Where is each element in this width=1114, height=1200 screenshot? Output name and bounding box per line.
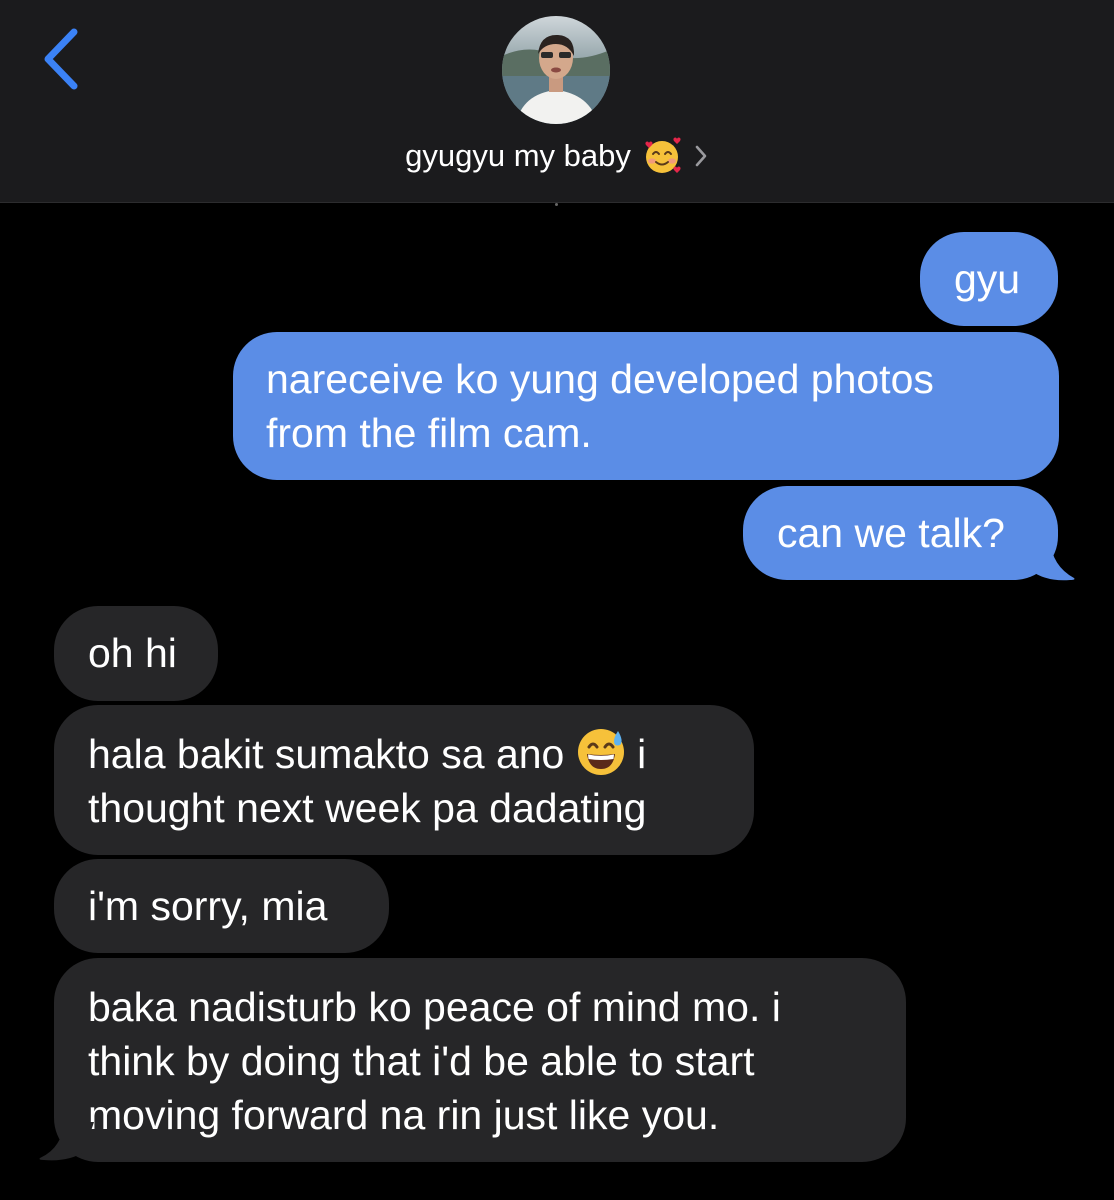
- sent-message-bubble[interactable]: can we talk?: [743, 486, 1058, 580]
- message-text: can we talk?: [777, 510, 1005, 556]
- message-line: think by doing that i'd be able to start: [88, 1038, 755, 1084]
- message-text: gyu: [954, 256, 1021, 302]
- received-message-bubble[interactable]: i'm sorry, mia: [54, 859, 389, 953]
- conversation-header: gyugyu my baby: [0, 0, 1114, 203]
- message-line: baka nadisturb ko peace of mind mo. i: [88, 984, 781, 1030]
- grinning-face-with-sweat-icon: [576, 727, 626, 777]
- contact-name: gyugyu my baby: [405, 138, 631, 173]
- message-line: from the film cam.: [266, 410, 592, 456]
- sent-bubble-tail: [1020, 540, 1075, 581]
- contact-name-row[interactable]: gyugyu my baby: [0, 132, 1114, 180]
- back-button[interactable]: [38, 26, 88, 96]
- received-message-bubble[interactable]: hala bakit sumakto sa ano i thought next…: [54, 705, 754, 855]
- message-text: i: [637, 731, 647, 777]
- received-bubble-tail: [39, 1122, 94, 1161]
- message-line: thought next week pa dadating: [88, 785, 647, 831]
- received-message-bubble[interactable]: baka nadisturb ko peace of mind mo. i th…: [54, 958, 906, 1162]
- message-text: oh hi: [88, 630, 177, 676]
- contact-avatar[interactable]: [502, 16, 610, 124]
- chevron-left-icon: [44, 28, 78, 90]
- message-line: hala bakit sumakto sa ano i: [88, 727, 754, 781]
- sent-message-bubble[interactable]: gyu: [920, 232, 1058, 326]
- message-line: nareceive ko yung developed photos: [266, 356, 934, 402]
- chevron-right-icon: [693, 143, 709, 169]
- received-message-bubble[interactable]: oh hi: [54, 606, 218, 701]
- message-text: hala bakit sumakto sa ano: [88, 731, 565, 777]
- message-line: moving forward na rin just like you.: [88, 1092, 720, 1138]
- sent-message-bubble[interactable]: nareceive ko yung developed photos from …: [233, 332, 1059, 480]
- divider-dot: [555, 203, 558, 206]
- smiling-face-with-hearts-icon: [643, 136, 683, 176]
- contact-photo: [502, 16, 610, 124]
- message-text: i'm sorry, mia: [88, 883, 328, 929]
